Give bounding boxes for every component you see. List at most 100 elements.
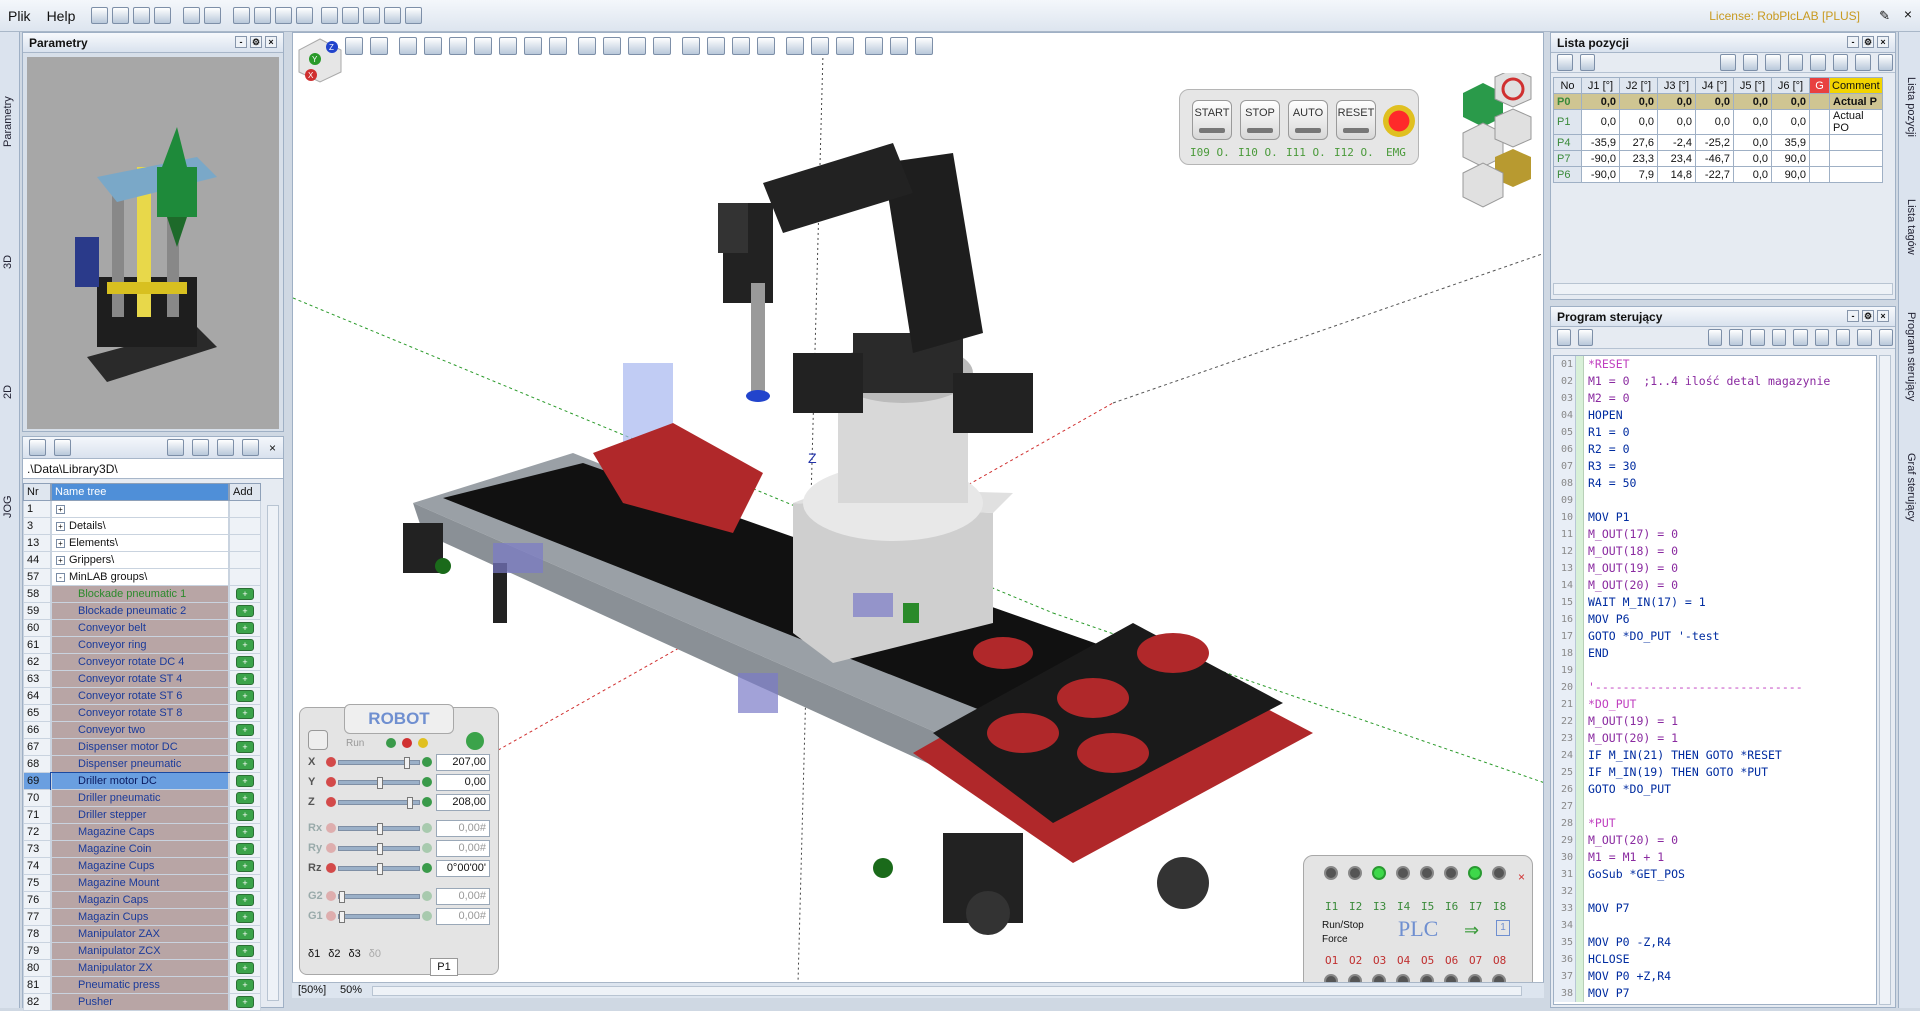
- axis-value[interactable]: 0°00'00': [436, 860, 490, 877]
- expand-icon[interactable]: +: [56, 539, 65, 548]
- library-row[interactable]: 63 Conveyor rotate ST 4 +: [23, 671, 283, 688]
- code-line[interactable]: 17 GOTO *DO_PUT '-test: [1554, 628, 1876, 645]
- tab-2d[interactable]: 2D: [2, 362, 18, 422]
- chart-icon[interactable]: [1835, 329, 1851, 346]
- code-line[interactable]: 13 M_OUT(19) = 0: [1554, 560, 1876, 577]
- gear-icon[interactable]: [233, 7, 251, 24]
- positions-col-header[interactable]: J4 [°]: [1695, 77, 1734, 94]
- settings-icon[interactable]: ⚙: [1862, 36, 1874, 48]
- positions-col-header[interactable]: J6 [°]: [1771, 77, 1810, 94]
- axis-value[interactable]: 0,00#: [436, 840, 490, 857]
- check-d2[interactable]: δ2: [328, 948, 340, 960]
- library-path[interactable]: .\Data\Library3D\: [23, 459, 283, 479]
- force-label[interactable]: Force: [1322, 934, 1348, 945]
- jog-slider[interactable]: [338, 797, 420, 809]
- jog-plus-icon[interactable]: [422, 757, 432, 767]
- grid-icon[interactable]: [345, 37, 363, 55]
- library-row[interactable]: 62 Conveyor rotate DC 4 +: [23, 654, 283, 671]
- chart-icon[interactable]: [275, 7, 293, 24]
- positions-col-header[interactable]: J1 [°]: [1581, 77, 1620, 94]
- measure-icon[interactable]: [707, 37, 725, 55]
- save-all-icon[interactable]: [154, 7, 172, 24]
- code-line[interactable]: 34: [1554, 917, 1876, 934]
- code-line[interactable]: 19: [1554, 662, 1876, 679]
- jog-slider[interactable]: [338, 863, 420, 875]
- jog-minus-icon[interactable]: [326, 843, 336, 853]
- tab-jog[interactable]: JOG: [2, 482, 18, 532]
- copy-icon[interactable]: [682, 37, 700, 55]
- library-row[interactable]: 82 Pusher +: [23, 994, 283, 1011]
- add-item-icon[interactable]: +: [236, 894, 254, 906]
- pen-icon[interactable]: [1579, 54, 1595, 71]
- add-green-icon[interactable]: [192, 439, 209, 456]
- tab-program-sterujacy[interactable]: Program sterujący: [1901, 292, 1917, 422]
- jog-slider[interactable]: [338, 823, 420, 835]
- start-button[interactable]: START: [1192, 100, 1232, 140]
- library-row[interactable]: 67 Dispenser motor DC +: [23, 739, 283, 756]
- expand-icon[interactable]: +: [56, 505, 65, 514]
- library-row[interactable]: 76 Magazin Caps +: [23, 892, 283, 909]
- code-line[interactable]: 23 M_OUT(20) = 1: [1554, 730, 1876, 747]
- menu-help[interactable]: Help: [39, 8, 84, 24]
- columns-icon[interactable]: [1878, 329, 1893, 346]
- library-row[interactable]: 72 Magazine Caps +: [23, 824, 283, 841]
- list-icon[interactable]: [1557, 329, 1572, 346]
- close-icon[interactable]: ×: [1877, 310, 1889, 322]
- zoom-in-icon[interactable]: [890, 37, 908, 55]
- menu-file[interactable]: Plik: [0, 8, 39, 24]
- copy-icon[interactable]: [167, 439, 184, 456]
- library-row[interactable]: 80 Manipulator ZX +: [23, 960, 283, 977]
- add-item-icon[interactable]: +: [236, 928, 254, 940]
- print-icon[interactable]: [1742, 54, 1758, 71]
- slider-knob[interactable]: [339, 911, 345, 923]
- keyboard-icon[interactable]: [54, 439, 71, 456]
- library-row[interactable]: 13 + Elements\: [23, 535, 283, 552]
- check-icon[interactable]: [1814, 329, 1829, 346]
- add-item-icon[interactable]: +: [236, 690, 254, 702]
- code-line[interactable]: 02 M1 = 0 ;1..4 ilość detal magazynie: [1554, 373, 1876, 390]
- plc-input-led[interactable]: [1420, 866, 1434, 880]
- jog-plus-icon[interactable]: [422, 911, 432, 921]
- slider-knob[interactable]: [377, 843, 383, 855]
- code-line[interactable]: 24 IF M_IN(21) THEN GOTO *RESET: [1554, 747, 1876, 764]
- slider-knob[interactable]: [404, 757, 410, 769]
- jog-minus-icon[interactable]: [326, 777, 336, 787]
- eraser-icon[interactable]: [757, 37, 775, 55]
- library-row[interactable]: 68 Dispenser pneumatic +: [23, 756, 283, 773]
- code-line[interactable]: 30 M1 = M1 + 1: [1554, 849, 1876, 866]
- code-line[interactable]: 27: [1554, 798, 1876, 815]
- tab-graf-sterujacy[interactable]: Graf sterujący: [1901, 442, 1917, 532]
- jog-minus-icon[interactable]: [326, 911, 336, 921]
- code-line[interactable]: 08 R4 = 50: [1554, 475, 1876, 492]
- add-item-icon[interactable]: +: [236, 656, 254, 668]
- code-line[interactable]: 29 M_OUT(20) = 0: [1554, 832, 1876, 849]
- library-row[interactable]: 81 Pneumatic press +: [23, 977, 283, 994]
- jog-plus-icon[interactable]: [422, 777, 432, 787]
- code-line[interactable]: 09: [1554, 492, 1876, 509]
- pin-icon[interactable]: ✎: [1879, 8, 1890, 24]
- sort-icon[interactable]: [1787, 54, 1803, 71]
- layout-3-icon[interactable]: [363, 7, 381, 24]
- code-line[interactable]: 31 GoSub *GET_POS: [1554, 866, 1876, 883]
- library-row[interactable]: 44 + Grippers\: [23, 552, 283, 569]
- code-line[interactable]: 16 MOV P6: [1554, 611, 1876, 628]
- jog-plus-icon[interactable]: [422, 843, 432, 853]
- library-row[interactable]: 3 + Details\: [23, 518, 283, 535]
- chart-icon[interactable]: [424, 37, 442, 55]
- code-line[interactable]: 21 *DO_PUT: [1554, 696, 1876, 713]
- library-row[interactable]: 59 Blockade pneumatic 2 +: [23, 603, 283, 620]
- save-icon[interactable]: [1750, 329, 1765, 346]
- pin-icon[interactable]: -: [1847, 310, 1859, 322]
- add-item-icon[interactable]: +: [236, 911, 254, 923]
- close-icon[interactable]: ×: [265, 36, 277, 48]
- jog-minus-icon[interactable]: [326, 757, 336, 767]
- plc-input-led[interactable]: [1324, 866, 1338, 880]
- check-d3[interactable]: δ3: [349, 948, 361, 960]
- link-icon[interactable]: [732, 37, 750, 55]
- check-d0[interactable]: δ0: [369, 948, 381, 960]
- jog-minus-icon[interactable]: [326, 891, 336, 901]
- pin-icon[interactable]: -: [235, 36, 247, 48]
- col-nr[interactable]: Nr: [23, 483, 51, 501]
- positions-row[interactable]: P4 -35,9 27,6 -2,4 -25,2 0,0 35,9: [1553, 134, 1883, 151]
- add-item-icon[interactable]: +: [236, 860, 254, 872]
